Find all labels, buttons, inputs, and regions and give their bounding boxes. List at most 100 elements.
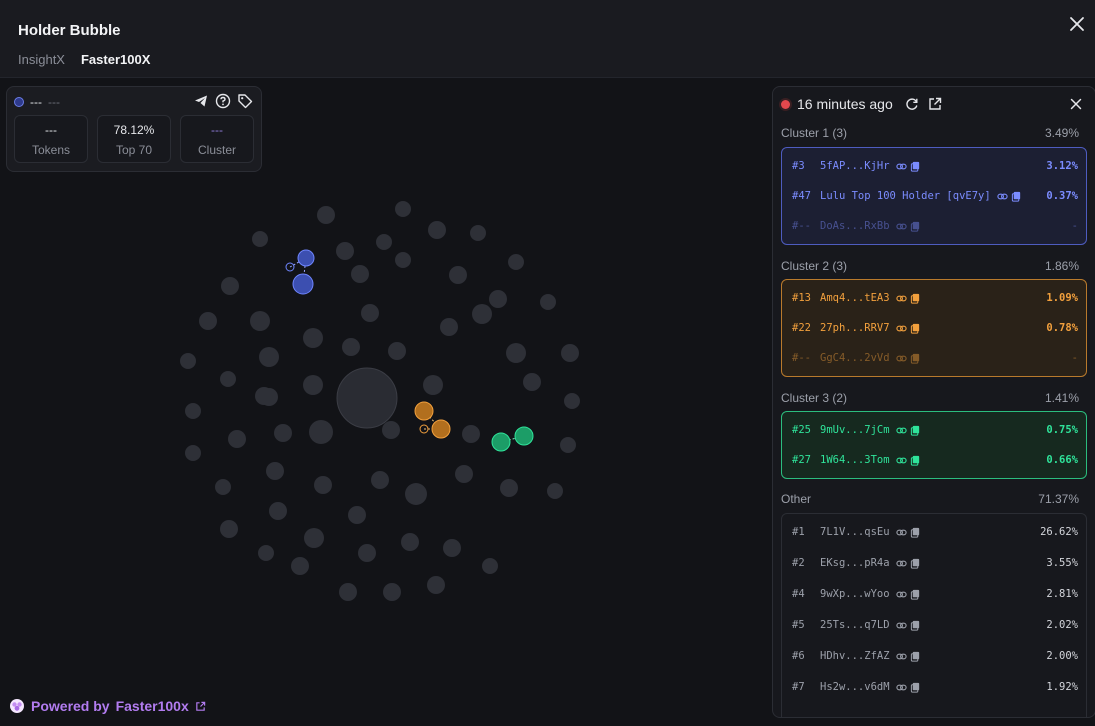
link-icon[interactable] — [895, 293, 907, 304]
cluster-1-bubble[interactable] — [292, 273, 314, 295]
holder-bubble[interactable] — [489, 290, 507, 308]
holder-row[interactable]: #4 9wXp...wYoo 2.81% — [782, 579, 1086, 609]
holder-row[interactable]: #13 Amq4...tEA3 1.09% — [782, 283, 1086, 313]
holder-bubble[interactable] — [500, 479, 518, 497]
holder-bubble[interactable] — [449, 266, 467, 284]
link-icon[interactable] — [895, 161, 907, 172]
link-icon[interactable] — [895, 221, 907, 232]
link-icon[interactable] — [997, 191, 1008, 202]
cluster-2-bubble[interactable] — [414, 401, 434, 421]
cluster-1-bubble[interactable] — [297, 249, 315, 267]
copy-icon[interactable] — [910, 353, 921, 364]
holder-bubble[interactable] — [180, 353, 196, 369]
holder-bubble[interactable] — [540, 294, 556, 310]
link-icon[interactable] — [895, 353, 907, 364]
holder-bubble[interactable] — [472, 304, 492, 324]
holder-row[interactable]: #5 25Ts...q7LD 2.02% — [782, 610, 1086, 640]
holder-row[interactable]: #-- GgC4...2vVd - — [782, 343, 1086, 373]
holder-row[interactable]: #47 Lulu Top 100 Holder [qvE7y] 0.37% — [782, 181, 1086, 211]
holder-bubble[interactable] — [185, 403, 201, 419]
holder-bubble[interactable] — [250, 311, 270, 331]
link-icon[interactable] — [895, 558, 907, 569]
holder-bubble[interactable] — [314, 476, 332, 494]
holder-bubble[interactable] — [220, 520, 238, 538]
copy-icon[interactable] — [910, 221, 921, 232]
holder-bubble[interactable] — [351, 265, 369, 283]
holder-bubble[interactable] — [395, 201, 411, 217]
close-icon[interactable] — [1066, 13, 1088, 35]
holder-bubble[interactable] — [395, 252, 411, 268]
holder-bubble[interactable] — [342, 338, 360, 356]
copy-icon[interactable] — [910, 589, 921, 600]
link-icon[interactable] — [895, 425, 907, 436]
link-icon[interactable] — [895, 589, 907, 600]
holder-bubble[interactable] — [405, 483, 427, 505]
holder-bubble[interactable] — [220, 371, 236, 387]
powered-by-link[interactable]: Powered by Faster100x — [9, 698, 206, 714]
holder-row[interactable]: #1 7L1V...qsEu 26.62% — [782, 517, 1086, 547]
holder-bubble[interactable] — [269, 502, 287, 520]
holder-bubble[interactable] — [470, 225, 486, 241]
holder-bubble[interactable] — [303, 375, 323, 395]
tag-icon[interactable] — [237, 93, 253, 109]
holder-bubble[interactable] — [462, 425, 480, 443]
holder-bubble[interactable] — [309, 420, 333, 444]
holder-row[interactable]: #7 Hs2w...v6dM 1.92% — [782, 672, 1086, 702]
cluster-3-bubble[interactable] — [514, 426, 534, 446]
link-icon[interactable] — [895, 323, 907, 334]
holder-bubble[interactable] — [508, 254, 524, 270]
holder-bubble[interactable] — [258, 545, 274, 561]
holder-bubble[interactable] — [339, 583, 357, 601]
external-link-icon[interactable] — [927, 96, 943, 112]
copy-icon[interactable] — [910, 455, 921, 466]
copy-icon[interactable] — [910, 682, 921, 693]
holder-bubble[interactable] — [252, 231, 268, 247]
holder-row[interactable]: #22 27ph...RRV7 0.78% — [782, 313, 1086, 343]
link-icon[interactable] — [895, 527, 907, 538]
holder-bubble[interactable] — [255, 387, 273, 405]
link-icon[interactable] — [895, 651, 907, 662]
holder-bubble[interactable] — [228, 430, 246, 448]
copy-icon[interactable] — [910, 620, 921, 631]
holder-bubble[interactable] — [304, 528, 324, 548]
help-icon[interactable] — [215, 93, 231, 109]
holder-bubble[interactable] — [259, 347, 279, 367]
copy-icon[interactable] — [910, 558, 921, 569]
holder-bubble[interactable] — [401, 533, 419, 551]
copy-icon[interactable] — [910, 651, 921, 662]
copy-icon[interactable] — [910, 293, 921, 304]
holder-bubble[interactable] — [427, 576, 445, 594]
holder-bubble[interactable] — [388, 342, 406, 360]
holder-bubble[interactable] — [317, 206, 335, 224]
holder-bubble[interactable] — [506, 343, 526, 363]
holder-bubble[interactable] — [560, 437, 576, 453]
holder-bubble[interactable] — [361, 304, 379, 322]
holder-bubble[interactable] — [376, 234, 392, 250]
cluster-2-bubble[interactable] — [431, 419, 451, 439]
refresh-icon[interactable] — [904, 96, 920, 112]
tab-faster100x[interactable]: Faster100X — [81, 52, 150, 67]
holder-bubble[interactable] — [383, 583, 401, 601]
holder-bubble[interactable] — [185, 445, 201, 461]
holder-row[interactable]: #3 5fAP...KjHr 3.12% — [782, 151, 1086, 181]
link-icon[interactable] — [895, 455, 907, 466]
copy-icon[interactable] — [910, 323, 921, 334]
holder-bubble[interactable] — [561, 344, 579, 362]
holder-row[interactable]: #2 EKsg...pR4a 3.55% — [782, 548, 1086, 578]
link-icon[interactable] — [895, 620, 907, 631]
cluster-3-bubble[interactable] — [491, 432, 511, 452]
holder-bubble[interactable] — [382, 421, 400, 439]
holder-bubble[interactable] — [440, 318, 458, 336]
holder-bubble[interactable] — [348, 506, 366, 524]
holder-bubble[interactable] — [274, 424, 292, 442]
holder-bubble[interactable] — [443, 539, 461, 557]
holder-bubble[interactable] — [358, 544, 376, 562]
holder-bubble[interactable] — [455, 465, 473, 483]
holder-bubble[interactable] — [428, 221, 446, 239]
holder-bubble[interactable] — [291, 557, 309, 575]
holder-bubble[interactable] — [215, 479, 231, 495]
holder-row[interactable]: #6 HDhv...ZfAZ 2.00% — [782, 641, 1086, 671]
close-icon[interactable] — [1067, 95, 1085, 113]
copy-icon[interactable] — [910, 425, 921, 436]
holder-bubble[interactable] — [482, 558, 498, 574]
